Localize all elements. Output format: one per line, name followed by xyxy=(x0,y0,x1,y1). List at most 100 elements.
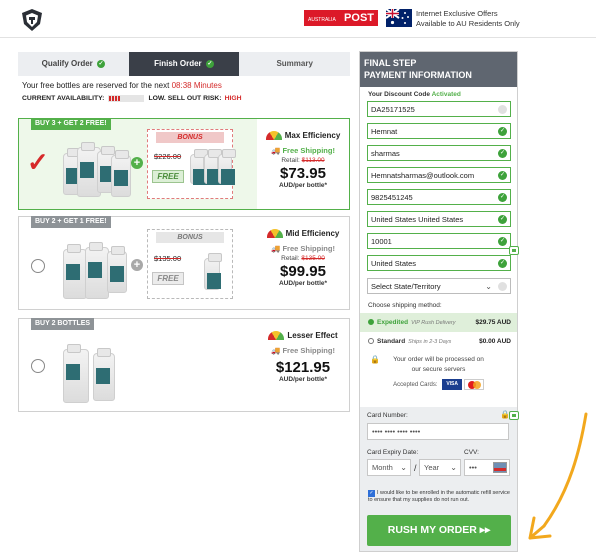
check-icon: ✓ xyxy=(205,59,214,68)
step-label: Finish Order xyxy=(154,59,202,68)
risk-value: HIGH xyxy=(224,95,242,102)
risk-label: LOW. SELL OUT RISK: xyxy=(148,95,222,102)
shipping-label: Free Shipping! xyxy=(282,244,335,254)
address-value: United States United States xyxy=(371,215,464,224)
mastercard-icon xyxy=(463,379,484,390)
email-field[interactable]: Hemnatsharmas@outlook.com ✓ xyxy=(367,167,511,183)
package-price: $121.95 xyxy=(275,359,331,377)
email-value: Hemnatsharmas@outlook.com xyxy=(371,171,475,180)
reserve-notice: Your free bottles are reserved for the n… xyxy=(18,81,350,90)
discount-label: Your Discount Code Activated xyxy=(368,91,517,98)
expiry-month-select[interactable]: Month ⌄ xyxy=(367,459,411,476)
shipping-name: Expedited xyxy=(377,319,409,326)
gauge-icon xyxy=(268,331,285,341)
state-select[interactable]: Select State/Territory ⌄ xyxy=(367,278,511,294)
per-bottle-label: AUD/per bottle* xyxy=(278,376,328,384)
first-name-value: Hemnat xyxy=(371,127,398,136)
expiry-label: Card Expiry Date: xyxy=(367,449,419,456)
zip-value: 10001 xyxy=(371,237,392,246)
price-column: Mid Efficiency 🚚 Free Shipping! Retail: … xyxy=(257,217,349,309)
check-icon: ✓ xyxy=(498,149,507,158)
retail-price: $113.00 xyxy=(301,157,325,165)
city-value: United States xyxy=(371,259,417,268)
reserve-text: Your free bottles are reserved for the n… xyxy=(22,81,170,90)
expiry-year-select[interactable]: Year ⌄ xyxy=(419,459,461,476)
visa-icon: VISA xyxy=(442,379,463,390)
shipping-amount: $29.75 AUD xyxy=(475,319,511,326)
shipping-option-expedited[interactable]: Expedited VIP Rush Delivery $29.75 AUD xyxy=(360,313,517,332)
discount-status: Activated xyxy=(431,91,461,98)
availability-label: CURRENT AVAILABILITY: xyxy=(22,95,105,102)
chat-icon[interactable] xyxy=(509,411,519,420)
month-value: Month xyxy=(372,463,393,472)
package-option-buy2[interactable]: BUY 2 BOTTLES Lesser Effect 🚚 Free Shipp… xyxy=(18,318,350,412)
efficiency-label: Lesser Effect xyxy=(287,331,338,340)
address-field[interactable]: United States United States ✓ xyxy=(367,211,511,227)
cvv-label: CVV: xyxy=(464,449,479,456)
zip-field[interactable]: 10001 ✓ xyxy=(367,233,511,249)
card-number-label: Card Number: xyxy=(367,412,408,419)
bonus-old-price: $226.00 xyxy=(154,152,182,161)
plus-icon: + xyxy=(131,157,143,169)
last-name-value: sharmas xyxy=(371,149,400,158)
card-number-input[interactable]: •••• •••• •••• •••• xyxy=(367,423,509,440)
refill-optin[interactable]: ✓ I would like to be enrolled in the auto… xyxy=(368,490,512,504)
chat-icon[interactable] xyxy=(509,246,519,255)
chevron-down-icon: ⌄ xyxy=(485,282,492,291)
last-name-field[interactable]: sharmas ✓ xyxy=(367,145,511,161)
secure-line-1: Your order will be processed on xyxy=(393,356,484,363)
availability-bar xyxy=(108,95,145,102)
plus-icon: + xyxy=(131,259,143,271)
package-option-buy3-get2[interactable]: BUY 3 + GET 2 FREE! ✓ + BONUS $226.00 FR… xyxy=(18,118,350,210)
shipping-name: Standard xyxy=(377,338,406,345)
selected-check-icon: ✓ xyxy=(27,147,49,177)
city-field[interactable]: United States ✓ xyxy=(367,255,511,271)
checkbox-checked-icon[interactable]: ✓ xyxy=(368,490,375,497)
first-name-field[interactable]: Hemnat ✓ xyxy=(367,123,511,139)
discount-code-value: DA25171525 xyxy=(371,105,415,114)
countdown-timer: 08:38 Minutes xyxy=(171,81,222,90)
header-offer-note: Internet Exclusive Offers Available to A… xyxy=(416,9,520,29)
form-title-line-1: FINAL STEP xyxy=(364,58,417,68)
cvv-value: ••• xyxy=(469,463,477,472)
state-placeholder: Select State/Territory xyxy=(371,282,441,291)
shipping-method-label: Choose shipping method: xyxy=(368,302,442,309)
bonus-box: BONUS $135.00 FREE xyxy=(147,229,233,299)
package-radio[interactable] xyxy=(31,259,45,273)
check-icon: ✓ xyxy=(498,215,507,224)
secure-servers-notice: 🔒 Your order will be processed on our se… xyxy=(360,349,517,407)
retail-label: Retail: xyxy=(281,157,300,165)
efficiency-label: Max Efficiency xyxy=(284,131,341,140)
check-icon: ✓ xyxy=(97,59,106,68)
site-header: AUSTRALIA POST Internet Exclusive Offers… xyxy=(0,0,596,38)
truck-icon: 🚚 xyxy=(271,346,281,356)
shipping-label: Free Shipping! xyxy=(282,346,335,356)
phone-value: 9825451245 xyxy=(371,193,413,202)
step-summary: Summary xyxy=(239,52,351,76)
retail-label: Retail: xyxy=(281,255,300,263)
phone-field[interactable]: 9825451245 ✓ xyxy=(367,189,511,205)
discount-code-field[interactable]: DA25171525 xyxy=(367,101,511,117)
form-header: FINAL STEP PAYMENT INFORMATION xyxy=(360,52,517,87)
status-icon xyxy=(498,105,507,114)
chevron-down-icon: ⌄ xyxy=(450,463,457,472)
package-tag: BUY 2 + GET 1 FREE! xyxy=(31,216,111,228)
truck-icon: 🚚 xyxy=(271,146,281,156)
discount-label-text: Your Discount Code xyxy=(368,91,430,98)
payment-form: FINAL STEP PAYMENT INFORMATION Your Disc… xyxy=(359,51,518,552)
package-tag: BUY 3 + GET 2 FREE! xyxy=(31,118,111,130)
package-tag: BUY 2 BOTTLES xyxy=(31,318,95,330)
australia-flag-icon xyxy=(386,9,412,27)
shipping-label: Free Shipping! xyxy=(282,146,335,156)
lock-icon: 🔒 xyxy=(370,355,380,364)
check-icon: ✓ xyxy=(498,259,507,268)
header-note-line-2: Available to AU Residents Only xyxy=(416,19,520,28)
efficiency-label: Mid Efficiency xyxy=(285,229,340,238)
price-column: Lesser Effect 🚚 Free Shipping! $121.95 A… xyxy=(257,319,349,411)
package-radio[interactable] xyxy=(31,359,45,373)
rush-my-order-button[interactable]: RUSH MY ORDER ▸▸ xyxy=(367,515,511,546)
package-option-buy2-get1[interactable]: BUY 2 + GET 1 FREE! + BONUS $135.00 FREE… xyxy=(18,216,350,310)
auspost-small-text: AUSTRALIA xyxy=(308,17,336,23)
auspost-label: POST xyxy=(344,12,374,24)
check-icon: ✓ xyxy=(498,127,507,136)
